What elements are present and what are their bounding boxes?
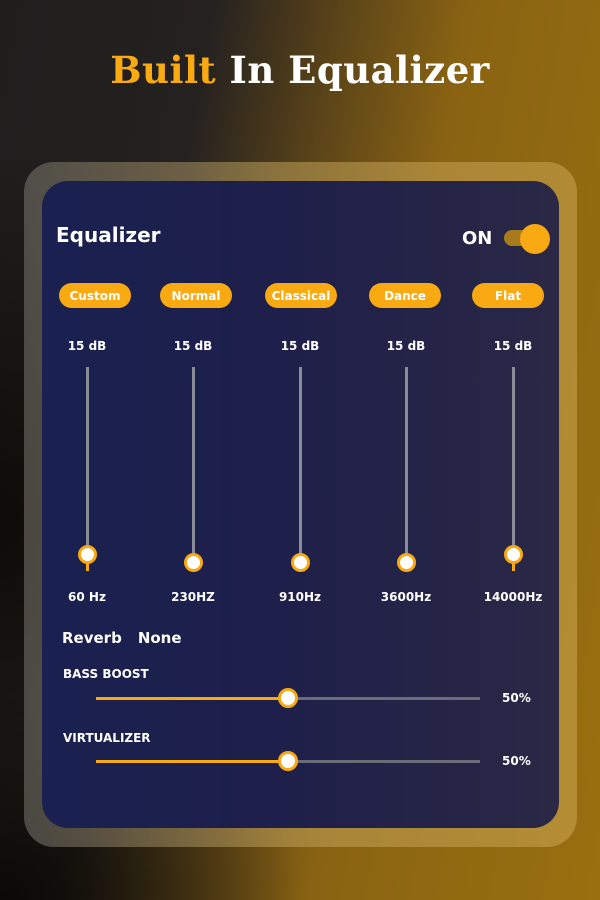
bass-boost-value: 50% (502, 691, 531, 705)
band-gain-label: 15 dB (386, 339, 426, 353)
band-gain-label: 15 dB (493, 339, 533, 353)
band-slider-knob[interactable] (504, 545, 523, 565)
slider-fill (96, 697, 288, 700)
band-frequency-label: 14000Hz (483, 590, 543, 604)
band-slider-track[interactable] (512, 367, 515, 571)
band-gain-label: 15 dB (67, 339, 107, 353)
virtualizer-value: 50% (502, 754, 531, 768)
virtualizer-label: VIRTUALIZER (63, 731, 151, 745)
headline: Built In Equalizer (0, 48, 600, 92)
band-230hz: 15 dB 230HZ (148, 181, 238, 611)
band-frequency-label: 910Hz (278, 590, 322, 604)
band-slider-track[interactable] (299, 367, 302, 571)
band-slider-track[interactable] (86, 367, 89, 571)
band-frequency-label: 60 Hz (68, 590, 106, 604)
reverb-value: None (137, 629, 182, 647)
slider-knob[interactable] (278, 751, 298, 771)
band-gain-label: 15 dB (280, 339, 320, 353)
band-slider-knob[interactable] (291, 553, 310, 573)
reverb-selector[interactable]: Reverb None (62, 629, 182, 647)
reverb-label: Reverb (62, 629, 122, 647)
band-slider-knob[interactable] (78, 545, 97, 565)
band-slider-knob[interactable] (397, 553, 416, 573)
equalizer-panel: Equalizer ON Custom Normal Classical Dan… (42, 181, 559, 828)
band-3600hz: 15 dB 3600Hz (361, 181, 451, 611)
headline-rest: In Equalizer (216, 48, 490, 92)
band-gain-label: 15 dB (173, 339, 213, 353)
headline-accent: Built (110, 48, 217, 92)
virtualizer-slider[interactable] (96, 751, 480, 771)
band-slider-knob[interactable] (184, 553, 203, 573)
band-frequency-label: 3600Hz (380, 590, 432, 604)
band-slider-track[interactable] (192, 367, 195, 571)
band-60hz: 15 dB 60 Hz (42, 181, 132, 611)
band-frequency-label: 230HZ (171, 590, 215, 604)
bass-boost-slider[interactable] (96, 688, 480, 708)
band-910hz: 15 dB 910Hz (255, 181, 345, 611)
bass-boost-label: BASS BOOST (63, 667, 149, 681)
band-14000hz: 15 dB 14000Hz (468, 181, 558, 611)
slider-fill (96, 760, 288, 763)
band-slider-track[interactable] (405, 367, 408, 571)
slider-knob[interactable] (278, 688, 298, 708)
